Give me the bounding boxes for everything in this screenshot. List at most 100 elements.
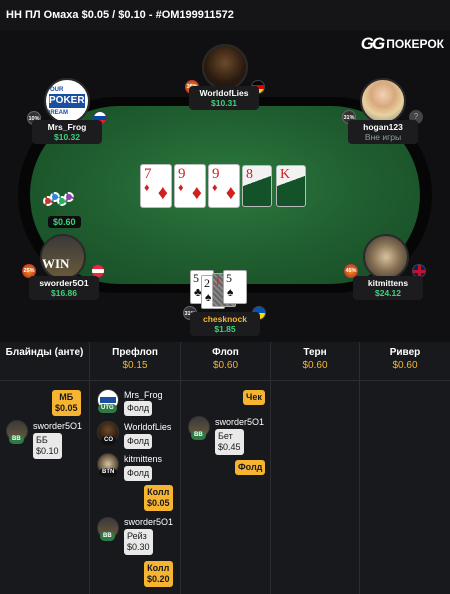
player-name: Mrs_Frog bbox=[47, 122, 87, 132]
badge-label: Колл bbox=[147, 487, 170, 497]
column-title: Флоп bbox=[212, 347, 239, 358]
player-name: sworder5O1 bbox=[39, 278, 89, 288]
badge-label: Рейз bbox=[127, 531, 147, 541]
column-title: Терн bbox=[303, 347, 327, 358]
position-badge: UTG bbox=[98, 404, 117, 413]
history-player-name: sworder5O1 bbox=[33, 421, 83, 431]
card-rank: 5 bbox=[226, 271, 232, 285]
column-pot: $0.60 bbox=[392, 360, 418, 371]
seat-plate-worldoflies[interactable]: WorldofLies $10.31 bbox=[189, 86, 259, 110]
column-title: Блайнды (анте) bbox=[5, 347, 84, 358]
board-card-dimmed: 8 bbox=[242, 165, 272, 207]
gg-logo-icon: GG bbox=[360, 34, 385, 53]
pot-chips-icon bbox=[43, 192, 74, 208]
avatar-hogan123[interactable] bbox=[360, 78, 406, 124]
card-suit-large: ♦ bbox=[225, 182, 236, 204]
history-player-name: kitmittens bbox=[124, 454, 163, 464]
player-stack: $16.86 bbox=[51, 288, 77, 298]
card-rank: 2 bbox=[204, 276, 210, 290]
badge-amount: $0.30 bbox=[127, 542, 150, 552]
avatar-kitmittens[interactable] bbox=[363, 234, 409, 280]
avatar-worldoflies[interactable] bbox=[202, 44, 248, 90]
small-blind-badge: МБ $0.05 bbox=[52, 390, 81, 416]
position-badge: BTN bbox=[99, 468, 118, 477]
card-rank: 7 bbox=[144, 166, 152, 182]
seat-plate-kitmittens[interactable]: kitmittens $24.12 bbox=[353, 276, 423, 300]
badge-label: Колл bbox=[147, 563, 170, 573]
position-badge: BB bbox=[100, 532, 115, 541]
action-badge: Фолд bbox=[124, 401, 153, 416]
board-card: 9 ♦ ♦ bbox=[208, 164, 240, 208]
avatar-text-mid: POKER bbox=[49, 94, 85, 108]
raise-badge: Рейз $0.30 bbox=[124, 529, 153, 555]
avatar-text-top: YOUR bbox=[46, 87, 64, 93]
board-card-dimmed: K bbox=[276, 165, 306, 207]
seat-plate-chesknock[interactable]: chesknock $1.85 bbox=[190, 312, 260, 336]
column-title: Ривер bbox=[389, 347, 421, 358]
card-suit: ♦ bbox=[178, 182, 184, 194]
player-name: chesknock bbox=[203, 314, 247, 324]
avatar-text: WIN bbox=[42, 256, 70, 271]
bet-badge: Бет $0.45 bbox=[215, 429, 244, 455]
badge-label: Бет bbox=[218, 431, 233, 441]
header-divider bbox=[0, 380, 450, 381]
card-rank: K bbox=[280, 167, 291, 182]
position-badge: BB bbox=[191, 431, 206, 440]
card-suit-large: ♦ bbox=[191, 182, 202, 204]
column-pot: $0.15 bbox=[122, 360, 148, 371]
fold-badge: Фолд bbox=[235, 460, 266, 475]
call-badge: Колл $0.05 bbox=[144, 485, 173, 511]
poker-table: GG ПОКЕРОК 35% WorldofLies $10.31 YOUR P… bbox=[0, 30, 450, 342]
badge-amount: $0.10 bbox=[36, 446, 59, 456]
column-pot: $0.60 bbox=[302, 360, 328, 371]
player-name: WorldofLies bbox=[199, 88, 249, 98]
card-rank: J bbox=[215, 274, 220, 288]
player-name: hogan123 bbox=[363, 122, 403, 132]
column-pot: $0.60 bbox=[212, 360, 239, 371]
card-rank: 5 bbox=[193, 271, 199, 285]
seat-plate-sworder5o1[interactable]: sworder5O1 $16.86 bbox=[29, 276, 99, 300]
seat-plate-hogan123[interactable]: hogan123 Вне игры bbox=[348, 120, 418, 144]
player-status: Вне игры bbox=[364, 132, 402, 142]
hand-history-panel: Блайнды (анте) Префлоп $0.15 Флоп $0.60 Те… bbox=[0, 342, 450, 594]
pot-amount: $0.60 bbox=[48, 216, 81, 228]
history-player-name: sworder5O1 bbox=[124, 517, 174, 527]
hole-card: 5 ♠ bbox=[223, 270, 247, 304]
column-title: Префлоп bbox=[112, 347, 158, 358]
position-badge: CO bbox=[101, 436, 116, 445]
card-suit: ♦ bbox=[144, 182, 150, 194]
board-card: 9 ♦ ♦ bbox=[174, 164, 206, 208]
player-stack: $1.85 bbox=[214, 324, 236, 334]
player-stack: $10.31 bbox=[211, 98, 237, 108]
history-player-name: WorldofLies bbox=[124, 422, 172, 432]
avatar-sworder5o1[interactable]: WIN bbox=[40, 234, 86, 280]
card-suit: ♦ bbox=[212, 182, 218, 194]
position-badge: BB bbox=[9, 435, 24, 444]
action-badge: Фолд bbox=[124, 434, 153, 449]
seat-plate-mrs-frog[interactable]: Mrs_Frog $10.32 bbox=[32, 120, 102, 144]
card-suit: ♠ bbox=[205, 290, 212, 304]
check-badge: Чек bbox=[243, 390, 265, 405]
board-card: 7 ♦ ♦ bbox=[140, 164, 172, 208]
big-blind-badge: ББ $0.10 bbox=[33, 433, 62, 459]
brand-name: ПОКЕРОК bbox=[386, 37, 444, 51]
player-stack: $10.32 bbox=[54, 132, 80, 142]
action-badge: Фолд bbox=[124, 466, 153, 481]
badge-label: МБ bbox=[59, 392, 74, 402]
badge-amount: $0.05 bbox=[147, 498, 170, 508]
header-bar: НН ПЛ Омаха $0.05 / $0.10 - #OM199911572 bbox=[0, 0, 450, 30]
badge-amount: $0.20 bbox=[147, 574, 170, 584]
card-suit-large: ♦ bbox=[157, 182, 168, 204]
history-player-name: Mrs_Frog bbox=[124, 390, 163, 400]
card-rank: 9 bbox=[178, 166, 186, 182]
card-suit: ♠ bbox=[227, 285, 234, 299]
call-badge: Колл $0.20 bbox=[144, 561, 173, 587]
hand-title: НН ПЛ Омаха $0.05 / $0.10 - #OM199911572 bbox=[6, 9, 234, 21]
player-stack: $24.12 bbox=[375, 288, 401, 298]
history-player-name: sworder5O1 bbox=[215, 417, 265, 427]
avatar-mrs-frog[interactable]: YOUR POKER DREAM bbox=[44, 78, 90, 124]
badge-label: ББ bbox=[36, 435, 48, 445]
brand-logo: GG ПОКЕРОК bbox=[361, 34, 444, 54]
player-name: kitmittens bbox=[367, 278, 409, 288]
card-rank: 9 bbox=[212, 166, 220, 182]
